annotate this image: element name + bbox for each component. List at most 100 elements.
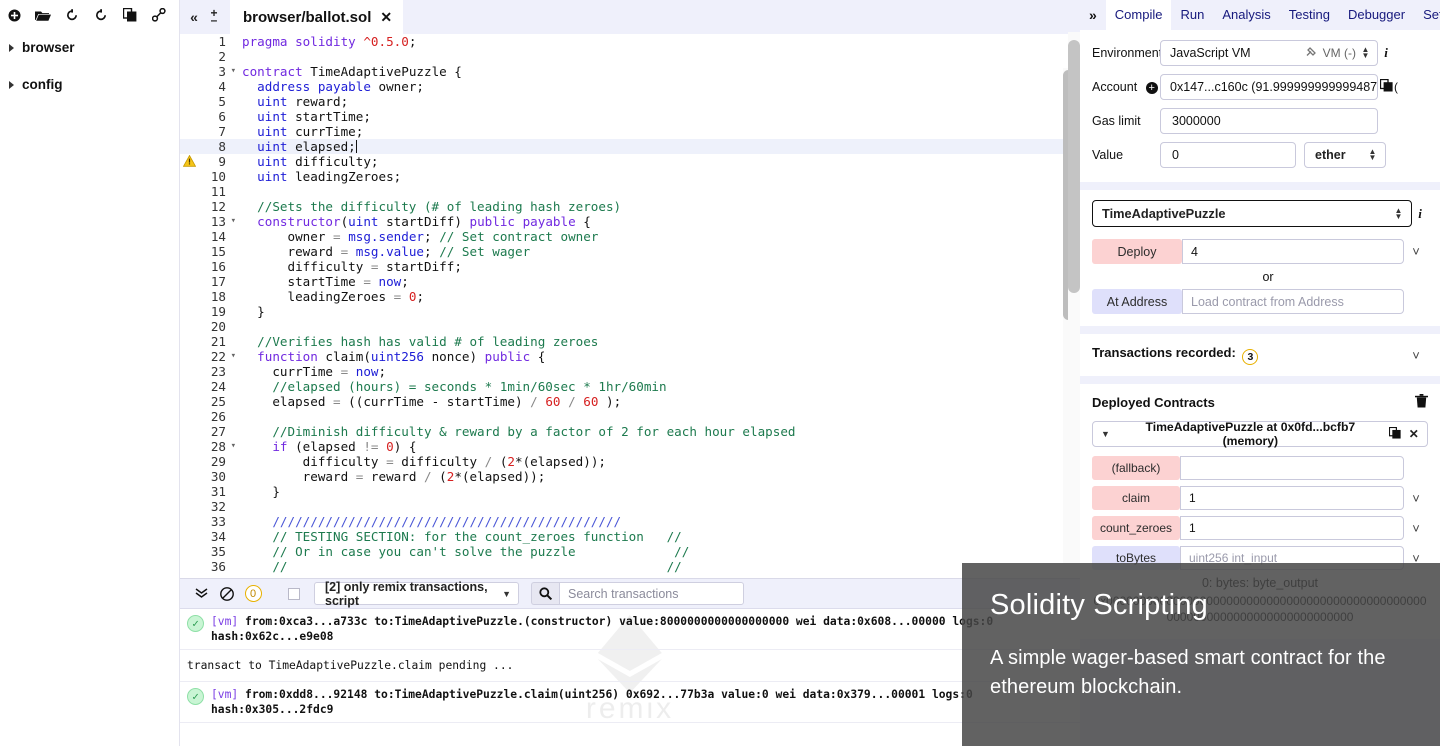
search-icon[interactable]	[531, 582, 559, 605]
tab-compile[interactable]: Compile	[1105, 0, 1172, 30]
function-button-fallback[interactable]: (fallback)	[1092, 456, 1180, 480]
trash-icon[interactable]	[1415, 394, 1428, 411]
function-arg-input[interactable]	[1180, 516, 1404, 540]
value-field[interactable]	[1160, 142, 1296, 168]
tab-run[interactable]: Run	[1171, 0, 1213, 30]
search-input[interactable]	[559, 582, 744, 605]
terminal-listen-checkbox[interactable]	[288, 587, 300, 600]
tab-settings[interactable]: Settings	[1414, 0, 1440, 30]
code-line[interactable]: 18 leadingZeroes = 0;	[180, 289, 1080, 304]
function-button-count-zeroes[interactable]: count_zeroes	[1092, 516, 1180, 540]
clear-console-icon[interactable]	[214, 586, 240, 601]
function-button-claim[interactable]: claim	[1092, 486, 1180, 510]
fold-toggle-icon[interactable]: ▾	[231, 214, 236, 229]
fold-toggle-icon[interactable]: ▾	[231, 349, 236, 364]
chevron-down-icon[interactable]: ˅	[1404, 348, 1428, 363]
code-line[interactable]: 15 reward = msg.value; // Set wager	[180, 244, 1080, 259]
at-address-button[interactable]: At Address	[1092, 289, 1182, 314]
code-line[interactable]: 1 pragma solidity ^0.5.0;	[180, 34, 1080, 49]
close-icon[interactable]: ✕	[1409, 427, 1419, 441]
transactions-recorded-row[interactable]: Transactions recorded: 3 ˅	[1080, 334, 1440, 376]
terminal-log-transaction[interactable]: ✓ [vm] from:0xca3...a733c to:TimeAdaptive…	[180, 609, 1080, 650]
link-icon[interactable]	[151, 7, 167, 23]
terminal-filter-select[interactable]: [2] only remix transactions, script ▼	[314, 580, 519, 608]
warning-icon[interactable]	[182, 154, 197, 167]
deploy-arg-input[interactable]	[1182, 239, 1404, 264]
tab-analysis[interactable]: Analysis	[1213, 0, 1279, 30]
code-line[interactable]: 34 // TESTING SECTION: for the count_zer…	[180, 529, 1080, 544]
code-line[interactable]: 25 elapsed = ((currTime - startTime) / 6…	[180, 394, 1080, 409]
at-address-input[interactable]	[1182, 289, 1404, 314]
editor-tab-ballot-sol[interactable]: browser/ballot.sol ✕	[230, 0, 404, 34]
file-tree-item-config[interactable]: config	[0, 73, 179, 96]
terminal-log-list[interactable]: remix ✓ [vm] from:0xca3...a733c to:TimeAd…	[180, 609, 1080, 746]
copy-icon[interactable]	[1388, 426, 1401, 442]
tab-debugger[interactable]: Debugger	[1339, 0, 1414, 30]
chevron-down-icon[interactable]: ▼	[1101, 429, 1110, 439]
environment-info-icon[interactable]: i	[1378, 45, 1394, 61]
code-line[interactable]: 36 // //	[180, 559, 1080, 574]
account-select[interactable]: 0x147...c160c (91.9999999999994874 ▲▼	[1160, 74, 1378, 100]
contract-select[interactable]: TimeAdaptivePuzzle ▲ ▼	[1092, 200, 1412, 227]
copy-icon[interactable]	[122, 7, 138, 23]
code-line[interactable]: 6 uint startTime;	[180, 109, 1080, 124]
chevron-down-icon[interactable]: ˅	[1404, 244, 1428, 259]
code-line[interactable]: 14 owner = msg.sender; // Set contract o…	[180, 229, 1080, 244]
chevron-updown-icon[interactable]: ▲ ▼	[1393, 206, 1404, 220]
code-line[interactable]: 28 ▾ if (elapsed != 0) {	[180, 439, 1080, 454]
gas-limit-field[interactable]	[1160, 108, 1378, 134]
code-line[interactable]: 10 uint leadingZeroes;	[180, 169, 1080, 184]
code-line[interactable]: 17 startTime = now;	[180, 274, 1080, 289]
terminal-log-transaction[interactable]: ✓ [vm] from:0xdd8...92148 to:TimeAdaptive…	[180, 682, 1080, 723]
environment-select[interactable]: JavaScript VM VM (-) ▲ ▼	[1160, 40, 1378, 66]
chevron-updown-icon[interactable]: ▲ ▼	[1360, 46, 1371, 60]
right-panel-scrollbar-thumb[interactable]	[1068, 40, 1080, 293]
contract-instance-header[interactable]: ▼ TimeAdaptivePuzzle at 0x0fd...bcfb7 (m…	[1092, 420, 1428, 448]
code-line[interactable]: 30 reward = reward / (2*(elapsed));	[180, 469, 1080, 484]
chevron-double-down-icon[interactable]	[188, 588, 214, 599]
chevron-down-icon[interactable]: ˅	[1404, 521, 1428, 536]
refresh-alt-icon[interactable]	[93, 7, 109, 23]
code-line[interactable]: 22 ▾ function claim(uint256 nonce) public…	[180, 349, 1080, 364]
code-line[interactable]: 11	[180, 184, 1080, 199]
copy-account-icon[interactable]	[1378, 78, 1394, 96]
code-line[interactable]: 12 //Sets the difficulty (# of leading h…	[180, 199, 1080, 214]
chevron-updown-icon[interactable]: ▲ ▼	[1367, 148, 1378, 162]
add-file-icon[interactable]	[6, 7, 22, 23]
value-input[interactable]	[1170, 147, 1289, 163]
code-line[interactable]: 4 address payable owner;	[180, 79, 1080, 94]
function-arg-input[interactable]	[1180, 456, 1404, 480]
open-folder-icon[interactable]	[35, 7, 51, 23]
add-account-icon[interactable]: +	[1145, 82, 1158, 94]
code-line[interactable]: 19 }	[180, 304, 1080, 319]
code-line[interactable]: 23 currTime = now;	[180, 364, 1080, 379]
gas-limit-input[interactable]	[1170, 113, 1371, 129]
tab-testing[interactable]: Testing	[1280, 0, 1339, 30]
close-icon[interactable]: ✕	[380, 9, 392, 26]
code-line[interactable]: 9 uint difficulty;	[180, 154, 1080, 169]
code-line[interactable]: 7 uint currTime;	[180, 124, 1080, 139]
contract-info-icon[interactable]: i	[1412, 206, 1428, 222]
font-size-stepper[interactable]: + –	[204, 4, 224, 30]
collapse-panel-button[interactable]: «	[184, 4, 204, 30]
code-line[interactable]: 13 ▾ constructor(uint startDiff) public p…	[180, 214, 1080, 229]
code-line[interactable]: 16 difficulty = startDiff;	[180, 259, 1080, 274]
menu-expand-icon[interactable]: »	[1084, 7, 1106, 23]
function-arg-input[interactable]	[1180, 486, 1404, 510]
value-unit-select[interactable]: ether ▲ ▼	[1304, 142, 1386, 168]
code-line[interactable]: 5 uint reward;	[180, 94, 1080, 109]
code-line[interactable]: 8 uint elapsed;	[180, 139, 1080, 154]
file-tree-item-browser[interactable]: browser	[0, 36, 179, 59]
code-line[interactable]: 33 /////////////////////////////////////…	[180, 514, 1080, 529]
deploy-button[interactable]: Deploy	[1092, 239, 1182, 264]
fold-toggle-icon[interactable]: ▾	[231, 64, 236, 79]
code-line[interactable]: 20	[180, 319, 1080, 334]
code-line[interactable]: 21 //Verifies hash has valid # of leadin…	[180, 334, 1080, 349]
code-line[interactable]: 32	[180, 499, 1080, 514]
code-line[interactable]: 2	[180, 49, 1080, 64]
fold-toggle-icon[interactable]: ▾	[231, 439, 236, 454]
code-line[interactable]: 26	[180, 409, 1080, 424]
refresh-icon[interactable]	[64, 7, 80, 23]
code-line[interactable]: 27 //Diminish difficulty & reward by a f…	[180, 424, 1080, 439]
code-line[interactable]: 24 //elapsed (hours) = seconds * 1min/60…	[180, 379, 1080, 394]
